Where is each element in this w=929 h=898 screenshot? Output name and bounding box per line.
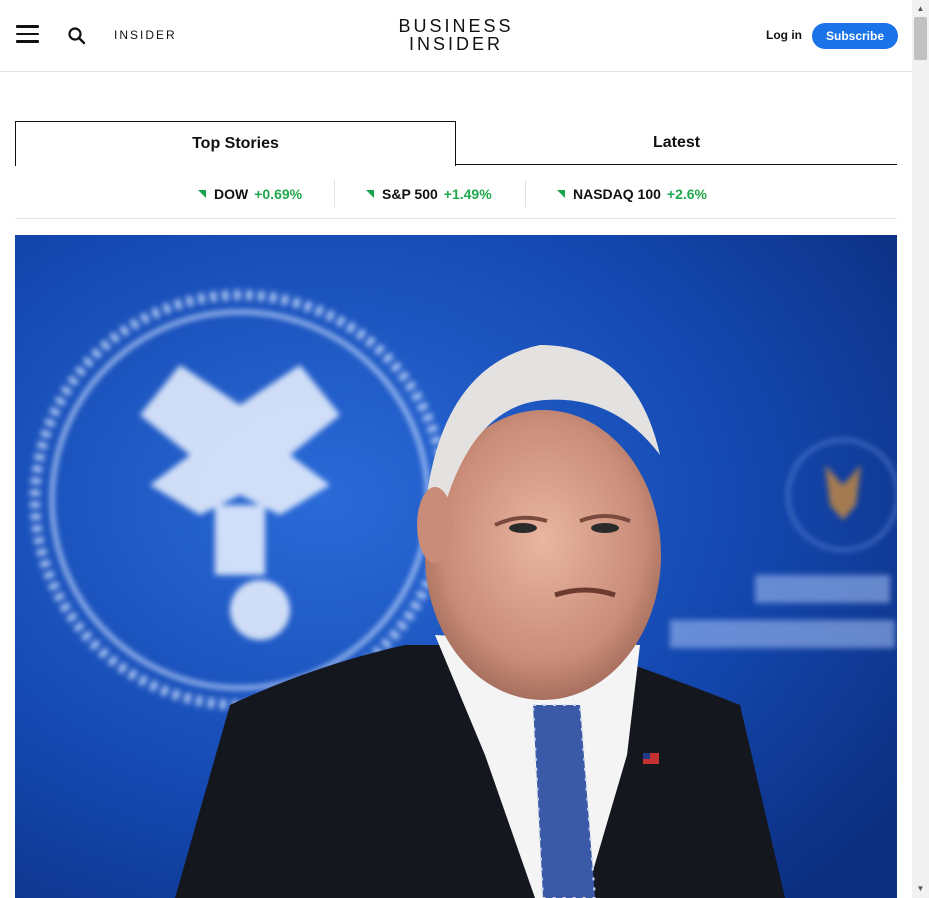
market-ticker: DOW +0.69% S&P 500 +1.49% NASDAQ 100 +2.… <box>15 168 897 219</box>
divider <box>334 180 335 207</box>
scroll-thumb[interactable] <box>914 17 927 60</box>
search-icon[interactable] <box>67 26 87 46</box>
scroll-down-icon[interactable]: ▼ <box>912 882 929 896</box>
tab-top-stories[interactable]: Top Stories <box>15 121 456 166</box>
ticker-dow[interactable]: DOW +0.69% <box>198 186 302 202</box>
scroll-up-icon[interactable]: ▲ <box>912 2 929 16</box>
site-logo[interactable]: BUSINESS INSIDER <box>395 17 517 53</box>
subscribe-button[interactable]: Subscribe <box>812 23 898 49</box>
scrollbar[interactable]: ▲ ▼ <box>912 0 929 898</box>
tab-latest[interactable]: Latest <box>456 121 897 165</box>
ticker-change: +1.49% <box>443 186 492 202</box>
site-header: INSIDER BUSINESS INSIDER Log in Subscrib… <box>0 0 912 72</box>
ticker-name: S&P 500 <box>382 186 438 202</box>
hero-image[interactable] <box>15 235 897 898</box>
ticker-name: DOW <box>214 186 249 202</box>
up-arrow-icon <box>557 190 565 198</box>
ticker-nasdaq[interactable]: NASDAQ 100 +2.6% <box>557 186 707 202</box>
up-arrow-icon <box>366 190 374 198</box>
ticker-change: +2.6% <box>666 186 708 202</box>
logo-line-2: INSIDER <box>408 34 503 54</box>
login-link[interactable]: Log in <box>766 28 802 42</box>
menu-icon[interactable] <box>16 25 40 45</box>
ticker-change: +0.69% <box>254 186 303 202</box>
insider-link[interactable]: INSIDER <box>114 28 177 42</box>
up-arrow-icon <box>198 190 206 198</box>
ticker-sp500[interactable]: S&P 500 +1.49% <box>366 186 492 202</box>
story-tabs: Top Stories Latest <box>15 121 897 166</box>
divider <box>525 180 526 207</box>
ticker-name: NASDAQ 100 <box>573 186 661 202</box>
logo-line-1: BUSINESS <box>398 16 514 36</box>
